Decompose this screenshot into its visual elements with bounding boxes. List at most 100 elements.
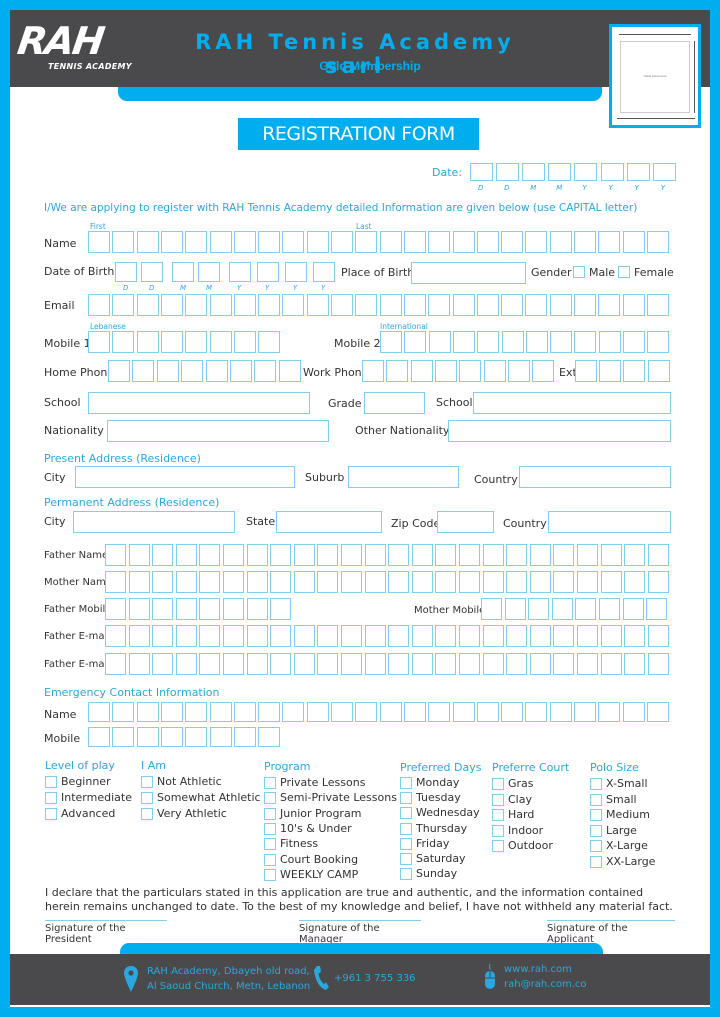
father-email2-char-box[interactable] — [482, 653, 504, 675]
father-name-char-box[interactable] — [317, 544, 339, 566]
father-name-char-box[interactable] — [270, 544, 292, 566]
name-char-box[interactable] — [574, 231, 596, 253]
name-char-box[interactable] — [646, 231, 669, 253]
i-am-checkbox[interactable] — [141, 776, 153, 788]
preferred-court-checkbox[interactable] — [492, 824, 504, 837]
mobile1-digit-box[interactable] — [209, 331, 232, 353]
mobile2-digit-box[interactable] — [525, 331, 548, 353]
program-checkbox[interactable] — [264, 838, 276, 851]
emergency-name-char-box[interactable] — [136, 702, 159, 722]
father-email-char-box[interactable] — [506, 625, 528, 647]
father-email2-char-box[interactable] — [624, 653, 646, 675]
mother-mobile-digit-box[interactable] — [599, 598, 620, 620]
father-email-char-box[interactable] — [459, 625, 480, 647]
emergency-mobile-digit-box[interactable] — [233, 727, 256, 747]
ext-digit-box[interactable] — [647, 360, 670, 382]
work-phone-digit-box[interactable] — [362, 360, 384, 382]
email-char-box[interactable] — [331, 294, 353, 316]
mother-name-char-box[interactable] — [647, 571, 669, 593]
signature-president[interactable]: Signature of the President — [45, 920, 167, 945]
emergency-name-char-box[interactable] — [160, 702, 183, 722]
program-checkbox[interactable] — [264, 868, 276, 881]
father-email-char-box[interactable] — [600, 625, 622, 647]
emergency-name-char-box[interactable] — [233, 702, 256, 722]
father-email-char-box[interactable] — [553, 625, 575, 647]
father-email2-char-box[interactable] — [152, 653, 174, 675]
ext-digit-box[interactable] — [599, 360, 622, 382]
mother-mobile-digit-box[interactable] — [528, 598, 550, 620]
email-char-box[interactable] — [646, 294, 669, 316]
father-email-char-box[interactable] — [482, 625, 504, 647]
father-name-char-box[interactable] — [128, 544, 150, 566]
date-digit-box[interactable] — [600, 163, 624, 181]
name-char-box[interactable] — [185, 231, 208, 253]
father-name-char-box[interactable] — [411, 544, 433, 566]
mobile1-digit-box[interactable] — [88, 331, 110, 353]
emergency-name-char-box[interactable] — [379, 702, 402, 722]
name-char-box[interactable] — [160, 231, 183, 253]
email-char-box[interactable] — [598, 294, 621, 316]
emergency-mobile-digit-box[interactable] — [88, 727, 110, 747]
date-digit-box[interactable] — [626, 163, 650, 181]
mother-name-char-box[interactable] — [388, 571, 410, 593]
father-email-char-box[interactable] — [270, 625, 292, 647]
mother-mobile-digit-box[interactable] — [575, 598, 597, 620]
email-char-box[interactable] — [258, 294, 281, 316]
school-field[interactable] — [88, 392, 310, 414]
father-name-char-box[interactable] — [482, 544, 504, 566]
mobile2-digit-box[interactable] — [598, 331, 621, 353]
father-name-char-box[interactable] — [364, 544, 386, 566]
father-name-char-box[interactable] — [459, 544, 480, 566]
name-char-box[interactable] — [549, 231, 572, 253]
father-email2-char-box[interactable] — [529, 653, 551, 675]
ext-digit-box[interactable] — [623, 360, 646, 382]
father-email2-char-box[interactable] — [435, 653, 457, 675]
father-name-char-box[interactable] — [553, 544, 575, 566]
mother-name-char-box[interactable] — [435, 571, 457, 593]
name-char-box[interactable] — [306, 231, 329, 253]
mobile2-digit-box[interactable] — [647, 331, 670, 353]
father-email-char-box[interactable] — [105, 625, 126, 647]
emergency-name-char-box[interactable] — [306, 702, 329, 722]
name-char-box[interactable] — [233, 231, 256, 253]
emergency-name-char-box[interactable] — [428, 702, 451, 722]
father-email2-char-box[interactable] — [388, 653, 410, 675]
father-email-char-box[interactable] — [317, 625, 339, 647]
emergency-name-char-box[interactable] — [574, 702, 596, 722]
preferred-days-checkbox[interactable] — [400, 868, 412, 881]
father-email2-char-box[interactable] — [246, 653, 268, 675]
polo-size-checkbox[interactable] — [590, 824, 602, 837]
email-char-box[interactable] — [379, 294, 402, 316]
home-phone-digit-box[interactable] — [254, 360, 277, 382]
work-phone-digit-box[interactable] — [483, 360, 506, 382]
date-digit-box[interactable] — [470, 163, 493, 181]
mobile1-digit-box[interactable] — [233, 331, 256, 353]
email-char-box[interactable] — [525, 294, 548, 316]
name-char-box[interactable] — [88, 231, 110, 253]
level-of-play-checkbox[interactable] — [45, 808, 57, 820]
name-char-box[interactable] — [525, 231, 548, 253]
father-mobile-digit-box[interactable] — [199, 598, 221, 620]
name-char-box[interactable] — [452, 231, 475, 253]
email-char-box[interactable] — [355, 294, 378, 316]
father-mobile-digit-box[interactable] — [223, 598, 244, 620]
mother-name-char-box[interactable] — [482, 571, 504, 593]
polo-size-checkbox[interactable] — [590, 809, 602, 821]
home-phone-digit-box[interactable] — [108, 360, 130, 382]
emergency-mobile-digit-box[interactable] — [112, 727, 135, 747]
email-char-box[interactable] — [476, 294, 499, 316]
father-email2-char-box[interactable] — [577, 653, 598, 675]
mobile2-digit-box[interactable] — [452, 331, 475, 353]
home-phone-digit-box[interactable] — [278, 360, 301, 382]
email-char-box[interactable] — [160, 294, 183, 316]
mother-name-char-box[interactable] — [506, 571, 528, 593]
name-char-box[interactable] — [501, 231, 524, 253]
mother-name-char-box[interactable] — [270, 571, 292, 593]
mother-name-char-box[interactable] — [341, 571, 362, 593]
father-email-char-box[interactable] — [647, 625, 669, 647]
work-phone-digit-box[interactable] — [507, 360, 530, 382]
preferred-court-checkbox[interactable] — [492, 778, 504, 790]
present-city-field[interactable] — [75, 466, 295, 488]
emergency-name-char-box[interactable] — [209, 702, 232, 722]
father-name-char-box[interactable] — [624, 544, 646, 566]
